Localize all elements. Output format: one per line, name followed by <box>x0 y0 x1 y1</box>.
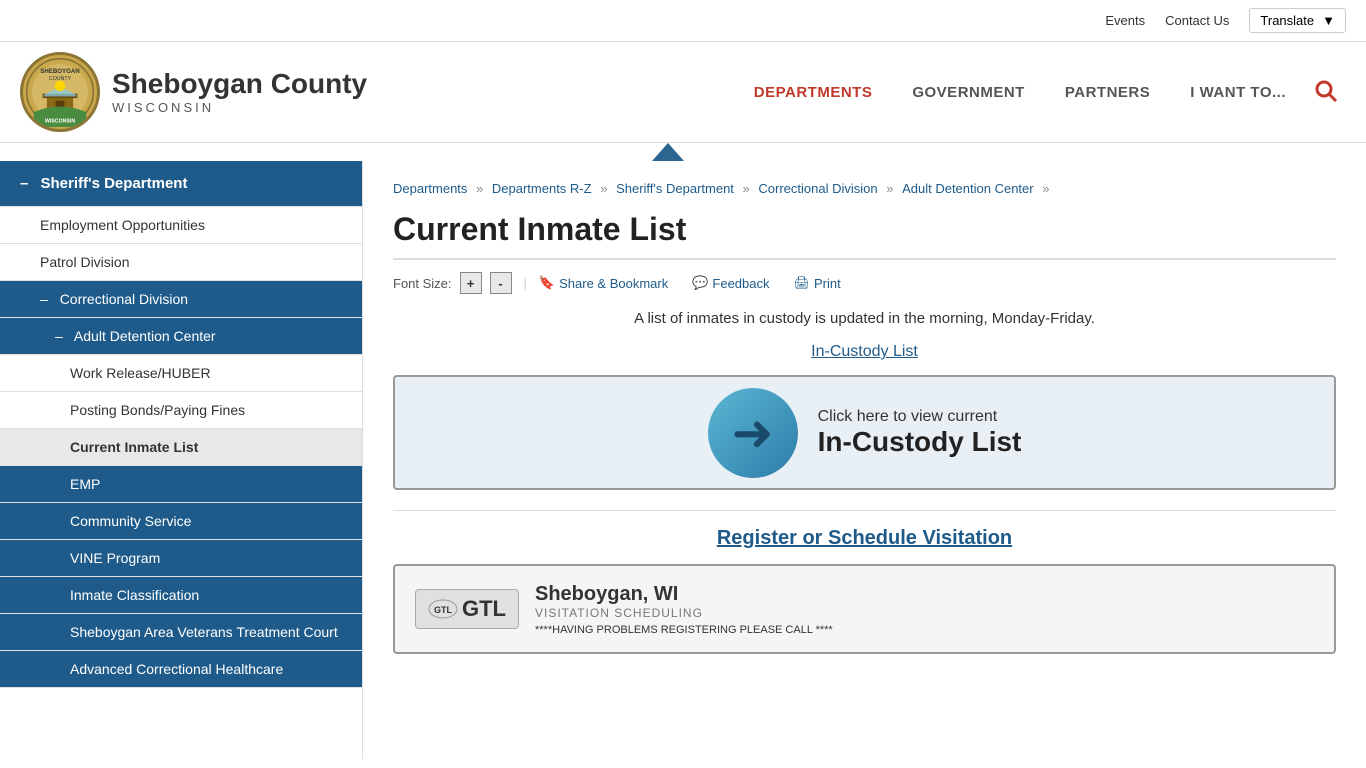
font-decrease-button[interactable]: - <box>490 272 512 294</box>
events-link[interactable]: Events <box>1105 13 1145 28</box>
nav-partners[interactable]: PARTNERS <box>1045 74 1170 111</box>
breadcrumb-sep-4: » <box>886 181 897 196</box>
dash-icon-3: – <box>55 328 63 344</box>
font-tools: Font Size: + - | 🔖 Share & Bookmark 💬 Fe… <box>393 272 1336 294</box>
gtl-warning-text: ****HAVING PROBLEMS REGISTERING PLEASE C… <box>535 624 1314 636</box>
site-title: Sheboygan County WISCONSIN <box>112 69 367 115</box>
gtl-logo-icon: GTL <box>428 599 458 619</box>
font-increase-button[interactable]: + <box>460 272 482 294</box>
sidebar-item-emp[interactable]: EMP <box>0 466 362 503</box>
sidebar-item-work-release[interactable]: Work Release/HUBER <box>0 355 362 392</box>
page-title: Current Inmate List <box>393 211 1336 260</box>
svg-text:GTL: GTL <box>434 605 452 615</box>
nav-i-want-to[interactable]: I WANT TO... <box>1170 74 1306 111</box>
print-icon: 🖨 <box>794 275 811 291</box>
top-bar: Events Contact Us Translate ▼ <box>0 0 1366 42</box>
visitation-link[interactable]: Register or Schedule Visitation <box>393 527 1336 550</box>
breadcrumb-correctional[interactable]: Correctional Division <box>758 181 877 196</box>
breadcrumb-sep-1: » <box>476 181 487 196</box>
breadcrumb-adult-detention[interactable]: Adult Detention Center <box>902 181 1034 196</box>
sidebar-item-adult-detention[interactable]: – Adult Detention Center <box>0 318 362 355</box>
font-size-label: Font Size: <box>393 276 452 291</box>
translate-label: Translate <box>1260 13 1314 28</box>
site-header: SHEBOYGAN COUNTY WISCONSIN Sheboygan Cou… <box>0 42 1366 143</box>
sidebar-item-correctional[interactable]: – Correctional Division <box>0 281 362 318</box>
sidebar-item-community-service[interactable]: Community Service <box>0 503 362 540</box>
gtl-logo: GTL GTL <box>415 589 519 629</box>
dash-icon: – <box>20 175 28 192</box>
contact-link[interactable]: Contact Us <box>1165 13 1229 28</box>
banner-small-text: Click here to view current <box>818 408 1022 426</box>
content-divider <box>393 510 1336 511</box>
logo-area: SHEBOYGAN COUNTY WISCONSIN Sheboygan Cou… <box>20 52 367 132</box>
page-description: A list of inmates in custody is updated … <box>393 310 1336 327</box>
nav-indicator <box>0 143 1366 161</box>
breadcrumb: Departments » Departments R-Z » Sheriff'… <box>393 181 1336 196</box>
print-link[interactable]: 🖨 Print <box>794 275 841 291</box>
gtl-visitation-box[interactable]: GTL GTL Sheboygan, WI VISITATION SCHEDUL… <box>393 564 1336 654</box>
search-icon <box>1314 79 1338 103</box>
sidebar-item-sheriffs-dept[interactable]: – Sheriff's Department <box>0 161 362 207</box>
in-custody-list-link[interactable]: In-Custody List <box>393 343 1336 361</box>
sidebar-item-posting-bonds[interactable]: Posting Bonds/Paying Fines <box>0 392 362 429</box>
banner-arrow-circle: ➜ <box>708 388 798 478</box>
sidebar-item-inmate-classification[interactable]: Inmate Classification <box>0 577 362 614</box>
main-content: Departments » Departments R-Z » Sheriff'… <box>363 161 1366 759</box>
translate-button[interactable]: Translate ▼ <box>1249 8 1346 33</box>
sidebar-item-advanced-correctional[interactable]: Advanced Correctional Healthcare <box>0 651 362 688</box>
page-layout: – Sheriff's Department Employment Opport… <box>0 161 1366 759</box>
breadcrumb-sep-3: » <box>743 181 754 196</box>
state-label: WISCONSIN <box>112 100 367 115</box>
breadcrumb-sep-5: » <box>1042 181 1049 196</box>
share-bookmark-link[interactable]: 🔖 Share & Bookmark <box>539 275 668 291</box>
nav-government[interactable]: GOVERNMENT <box>892 74 1045 111</box>
dash-icon-2: – <box>40 291 48 307</box>
share-icon: 🔖 <box>539 275 555 291</box>
in-custody-banner[interactable]: ➜ Click here to view current In-Custody … <box>393 375 1336 490</box>
sidebar-item-vine-program[interactable]: VINE Program <box>0 540 362 577</box>
feedback-link[interactable]: 💬 Feedback <box>692 275 769 291</box>
sidebar-item-veterans-court[interactable]: Sheboygan Area Veterans Treatment Court <box>0 614 362 651</box>
site-name: Sheboygan County <box>112 69 367 100</box>
site-logo: SHEBOYGAN COUNTY WISCONSIN <box>20 52 100 132</box>
breadcrumb-sheriffs[interactable]: Sheriff's Department <box>616 181 734 196</box>
sidebar-item-current-inmate-list[interactable]: Current Inmate List <box>0 429 362 466</box>
gtl-logo-text: GTL <box>462 596 506 622</box>
sidebar-item-employment[interactable]: Employment Opportunities <box>0 207 362 244</box>
search-button[interactable] <box>1306 71 1346 114</box>
gtl-info-area: Sheboygan, WI VISITATION SCHEDULING ****… <box>535 583 1314 636</box>
svg-text:SHEBOYGAN: SHEBOYGAN <box>40 68 79 75</box>
gtl-city: Sheboygan, WI <box>535 583 1314 606</box>
breadcrumb-departments-rz[interactable]: Departments R-Z <box>492 181 592 196</box>
logo-svg: SHEBOYGAN COUNTY WISCONSIN <box>25 57 95 127</box>
breadcrumb-sep-2: » <box>600 181 611 196</box>
breadcrumb-departments[interactable]: Departments <box>393 181 467 196</box>
svg-text:WISCONSIN: WISCONSIN <box>45 119 76 125</box>
sidebar-item-patrol[interactable]: Patrol Division <box>0 244 362 281</box>
nav-triangle <box>652 143 684 161</box>
banner-text-area: Click here to view current In-Custody Li… <box>818 408 1022 458</box>
chevron-down-icon: ▼ <box>1322 13 1335 28</box>
comment-icon: 💬 <box>692 275 708 291</box>
arrow-right-icon: ➜ <box>732 404 774 462</box>
main-nav: DEPARTMENTS GOVERNMENT PARTNERS I WANT T… <box>734 71 1346 114</box>
banner-large-text: In-Custody List <box>818 426 1022 458</box>
tool-separator: | <box>524 276 527 291</box>
sidebar: – Sheriff's Department Employment Opport… <box>0 161 363 759</box>
gtl-sub-label: VISITATION SCHEDULING <box>535 606 1314 620</box>
nav-departments[interactable]: DEPARTMENTS <box>734 74 893 111</box>
